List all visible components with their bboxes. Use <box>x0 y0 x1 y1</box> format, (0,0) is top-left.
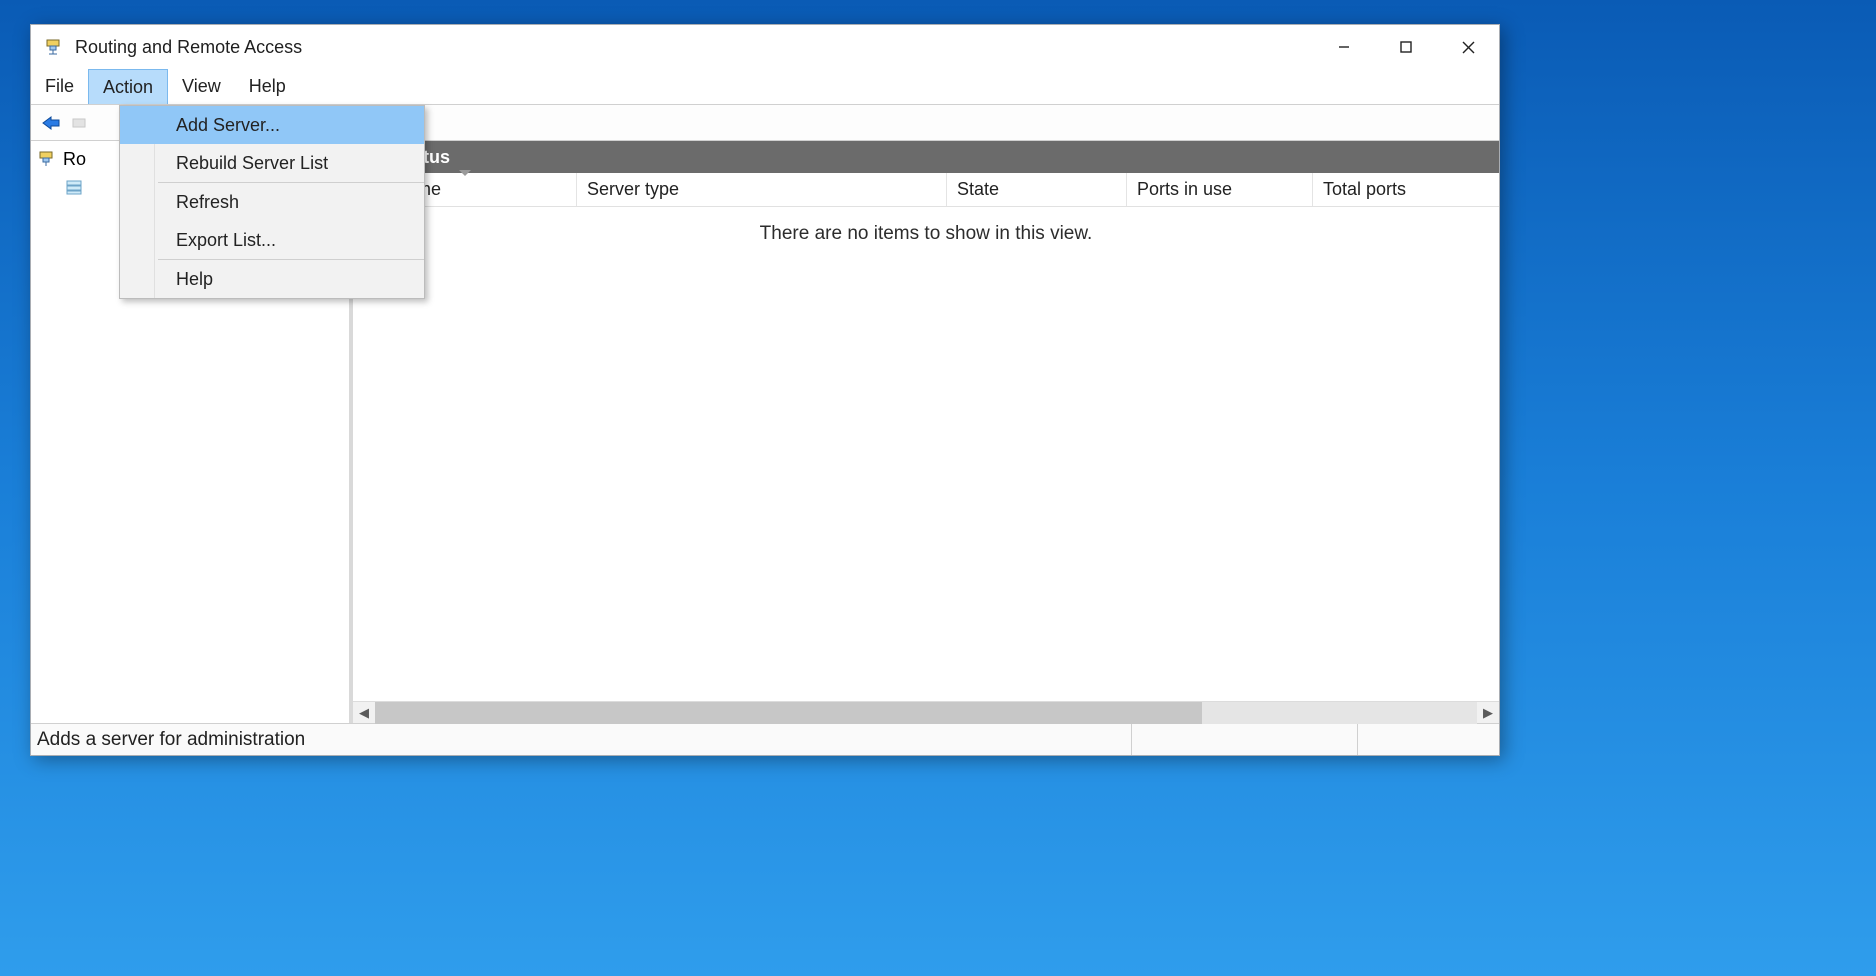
menu-item-refresh[interactable]: Refresh <box>120 183 424 221</box>
menu-item-help[interactable]: Help <box>120 260 424 298</box>
scroll-right-button[interactable]: ▶ <box>1477 702 1499 724</box>
titlebar: Routing and Remote Access <box>31 25 1499 69</box>
minimize-button[interactable] <box>1313 25 1375 69</box>
empty-message: There are no items to show in this view. <box>353 207 1499 245</box>
scroll-left-button[interactable]: ◀ <box>353 702 375 724</box>
menubar: File Action View Help <box>31 69 1499 105</box>
menu-item-export-list[interactable]: Export List... <box>120 221 424 259</box>
maximize-button[interactable] <box>1375 25 1437 69</box>
app-icon <box>43 37 63 57</box>
column-headers: ver Name Server type State Ports in use … <box>353 173 1499 207</box>
scroll-track[interactable] <box>375 702 1477 724</box>
statusbar-text: Adds a server for administration <box>37 729 305 751</box>
action-dropdown: Add Server... Rebuild Server List Refres… <box>119 105 425 299</box>
window-title: Routing and Remote Access <box>75 37 302 58</box>
menu-file[interactable]: File <box>31 69 88 104</box>
close-button[interactable] <box>1437 25 1499 69</box>
statusbar-cell-1 <box>1131 724 1357 755</box>
menu-item-rebuild-server-list[interactable]: Rebuild Server List <box>120 144 424 182</box>
col-state[interactable]: State <box>947 173 1127 206</box>
content-pane: ver Status ver Name Server type State Po… <box>353 141 1499 723</box>
tree-root-label: Ro <box>63 149 86 170</box>
mmc-window: Routing and Remote Access File Action Vi… <box>30 24 1500 756</box>
col-total-ports[interactable]: Total ports <box>1313 173 1499 206</box>
col-server-type[interactable]: Server type <box>577 173 947 206</box>
menu-item-add-server[interactable]: Add Server... <box>120 106 424 144</box>
server-tree-icon <box>37 150 55 168</box>
back-button[interactable] <box>39 111 63 135</box>
statusbar-cell-2 <box>1357 724 1499 755</box>
menu-action[interactable]: Action <box>88 69 168 104</box>
server-status-tree-icon <box>65 178 83 196</box>
menu-help[interactable]: Help <box>235 69 300 104</box>
horizontal-scrollbar[interactable]: ◀ ▶ <box>353 701 1499 723</box>
menu-view[interactable]: View <box>168 69 235 104</box>
statusbar: Adds a server for administration <box>31 723 1499 755</box>
content-header: ver Status <box>353 141 1499 173</box>
col-ports-in-use[interactable]: Ports in use <box>1127 173 1313 206</box>
forward-button[interactable] <box>69 111 93 135</box>
window-controls <box>1313 25 1499 69</box>
scroll-thumb[interactable] <box>375 702 1202 724</box>
